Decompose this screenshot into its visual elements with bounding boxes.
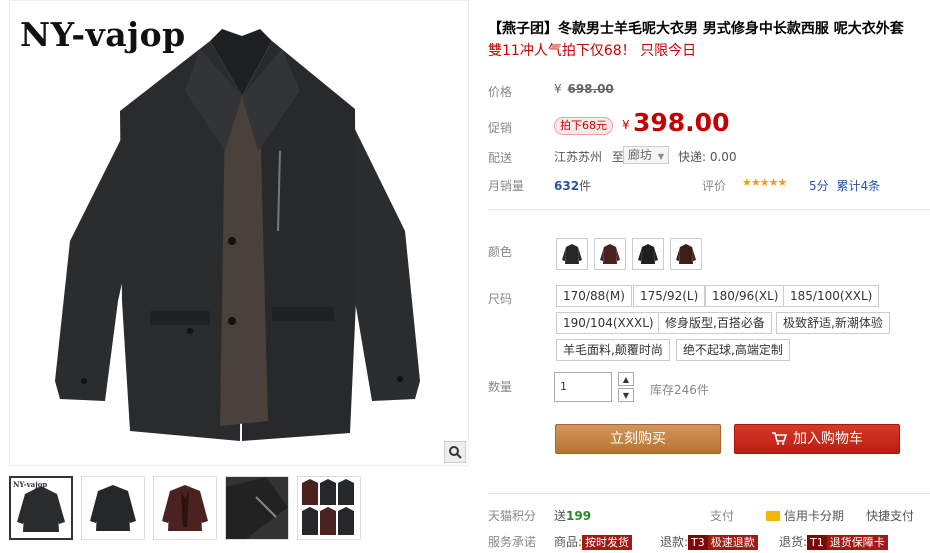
size-option[interactable]: 175/92(L) xyxy=(633,285,706,307)
size-option[interactable]: 180/96(XL) xyxy=(705,285,786,307)
sales-unit: 件 xyxy=(579,179,592,193)
thumb-black-back[interactable] xyxy=(81,476,145,540)
product-subtitle: 雙11冲人气拍下仅68！ 只限今日 xyxy=(488,43,697,59)
coat-brown-icon xyxy=(676,244,696,264)
refund-t-badge: T3 xyxy=(688,535,708,550)
quantity-label: 数量 xyxy=(488,380,513,394)
product-gallery: NY-vajop NY-vajop xyxy=(0,0,472,553)
color-swatch-brown-2[interactable] xyxy=(670,238,702,270)
thumbnail-strip: NY-vajop xyxy=(9,470,469,550)
promise-label: 服务承诺 xyxy=(488,535,537,549)
promo-currency: ¥ xyxy=(622,118,630,132)
main-product-image[interactable]: NY-vajop xyxy=(9,0,469,466)
coat-thumb-2 xyxy=(90,485,136,531)
thumb-black-front[interactable]: NY-vajop xyxy=(9,476,73,540)
size-option[interactable]: 绝不起球,高端定制 xyxy=(676,339,790,361)
quick-pay[interactable]: 快捷支付 xyxy=(866,507,914,524)
points-label: 天猫积分 xyxy=(488,509,537,523)
divider xyxy=(488,493,930,494)
buy-now-button[interactable]: 立刻购买 xyxy=(555,424,721,454)
color-swatch-brown[interactable] xyxy=(594,238,626,270)
sales-label: 月销量 xyxy=(488,179,525,193)
review-count: 累计4条 xyxy=(836,179,881,193)
original-price: ¥ 698.00 xyxy=(554,82,614,96)
coat-thumb-4 xyxy=(226,477,288,539)
pay-label: 支付 xyxy=(710,509,735,523)
size-option[interactable]: 190/104(XXXL) xyxy=(556,312,661,334)
ship-origin: 江苏苏州 xyxy=(554,150,603,164)
return-t-badge: T1 xyxy=(807,535,827,550)
add-to-cart-label: 加入购物车 xyxy=(793,431,863,447)
promo-label: 促销 xyxy=(488,121,513,135)
credit-label: 信用卡分期 xyxy=(784,509,845,523)
sales-count: 632 xyxy=(554,179,580,193)
shipping-fee: 快递: 0.00 xyxy=(678,150,737,164)
chevron-down-icon: ▼ xyxy=(657,152,664,161)
return-label: 退货: xyxy=(779,535,808,549)
size-option[interactable]: 极致舒适,新潮体验 xyxy=(776,312,890,334)
coat-black-icon xyxy=(562,244,582,264)
points-prefix: 送 xyxy=(554,509,567,523)
credit-card-icon xyxy=(766,511,780,521)
refund-tag[interactable]: 极速退款 xyxy=(707,535,758,550)
rating-score[interactable]: 5分 累计4条 xyxy=(809,177,880,194)
zoom-button[interactable] xyxy=(444,441,466,463)
product-page: NY-vajop NY-vajop 【燕子团】冬款男士羊毛呢大衣男 男式修身中长… xyxy=(0,0,930,553)
ship-from: 江苏苏州 至 xyxy=(554,148,624,165)
add-to-cart-button[interactable]: 加入购物车 xyxy=(734,424,900,454)
rating-value: 5分 xyxy=(809,179,829,193)
magnifier-icon xyxy=(449,446,462,459)
product-title: 【燕子团】冬款男士羊毛呢大衣男 男式修身中长款西服 呢大衣外套 xyxy=(488,21,904,37)
cart-icon xyxy=(772,432,788,445)
promo-badge: 拍下68元 xyxy=(554,117,613,135)
product-info: 【燕子团】冬款男士羊毛呢大衣男 男式修身中长款西服 呢大衣外套 雙11冲人气拍下… xyxy=(488,0,930,553)
coat-thumb-3 xyxy=(162,485,208,531)
brand-watermark: NY-vajop xyxy=(20,15,186,54)
monthly-sales: 632件 xyxy=(554,177,591,194)
color-label: 颜色 xyxy=(488,245,513,259)
quantity-decrease-button[interactable]: ▼ xyxy=(618,388,634,402)
color-swatch-black-2[interactable] xyxy=(632,238,664,270)
stock-count: 库存246件 xyxy=(650,383,709,397)
color-swatches xyxy=(556,238,702,270)
color-swatch-black[interactable] xyxy=(556,238,588,270)
original-price-value: 698.00 xyxy=(567,82,614,96)
chevron-down-icon: ▼ xyxy=(622,390,630,400)
quantity-input[interactable]: 1 xyxy=(554,372,612,402)
chevron-up-icon: ▲ xyxy=(622,374,630,384)
return-promise: 退货: T1 退货保障卡 xyxy=(779,533,888,550)
rating-stars: ★★★★★ xyxy=(742,176,787,189)
size-option[interactable]: 修身版型,百搭必备 xyxy=(658,312,772,334)
return-tag[interactable]: 退货保障卡 xyxy=(826,535,888,550)
promo-price: 398.00 xyxy=(633,108,730,137)
refund-label: 退款: xyxy=(660,535,689,549)
points-number: 199 xyxy=(566,509,592,523)
goods-tag[interactable]: 按时发货 xyxy=(582,535,633,550)
goods-promise: 商品: 按时发货 xyxy=(554,533,633,550)
shipping-label: 配送 xyxy=(488,151,513,165)
ship-destination-select[interactable]: 廊坊 ▼ xyxy=(623,146,669,164)
thumb-brand: NY-vajop xyxy=(13,480,48,489)
divider xyxy=(488,209,930,210)
thumb-detail[interactable] xyxy=(225,476,289,540)
ship-destination: 廊坊 xyxy=(628,148,653,162)
size-label: 尺码 xyxy=(488,292,513,306)
thumb-multi[interactable] xyxy=(297,476,361,540)
coat-illustration xyxy=(55,29,420,441)
thumb-brown[interactable] xyxy=(153,476,217,540)
original-price-currency: ¥ xyxy=(554,82,562,96)
size-option[interactable]: 170/88(M) xyxy=(556,285,632,307)
coat-thumb-5 xyxy=(302,479,354,535)
size-option[interactable]: 185/100(XXL) xyxy=(783,285,880,307)
rating-label: 评价 xyxy=(702,179,727,193)
quantity-increase-button[interactable]: ▲ xyxy=(618,372,634,386)
refund-promise: 退款: T3 极速退款 xyxy=(660,533,758,550)
coat-brown-icon xyxy=(600,244,620,264)
points-value: 送199 xyxy=(554,507,591,524)
credit-installment[interactable]: 信用卡分期 xyxy=(766,507,844,524)
size-option[interactable]: 羊毛面料,颠覆时尚 xyxy=(556,339,670,361)
coat-black-icon xyxy=(638,244,658,264)
goods-label: 商品: xyxy=(554,535,583,549)
price-label: 价格 xyxy=(488,85,513,99)
